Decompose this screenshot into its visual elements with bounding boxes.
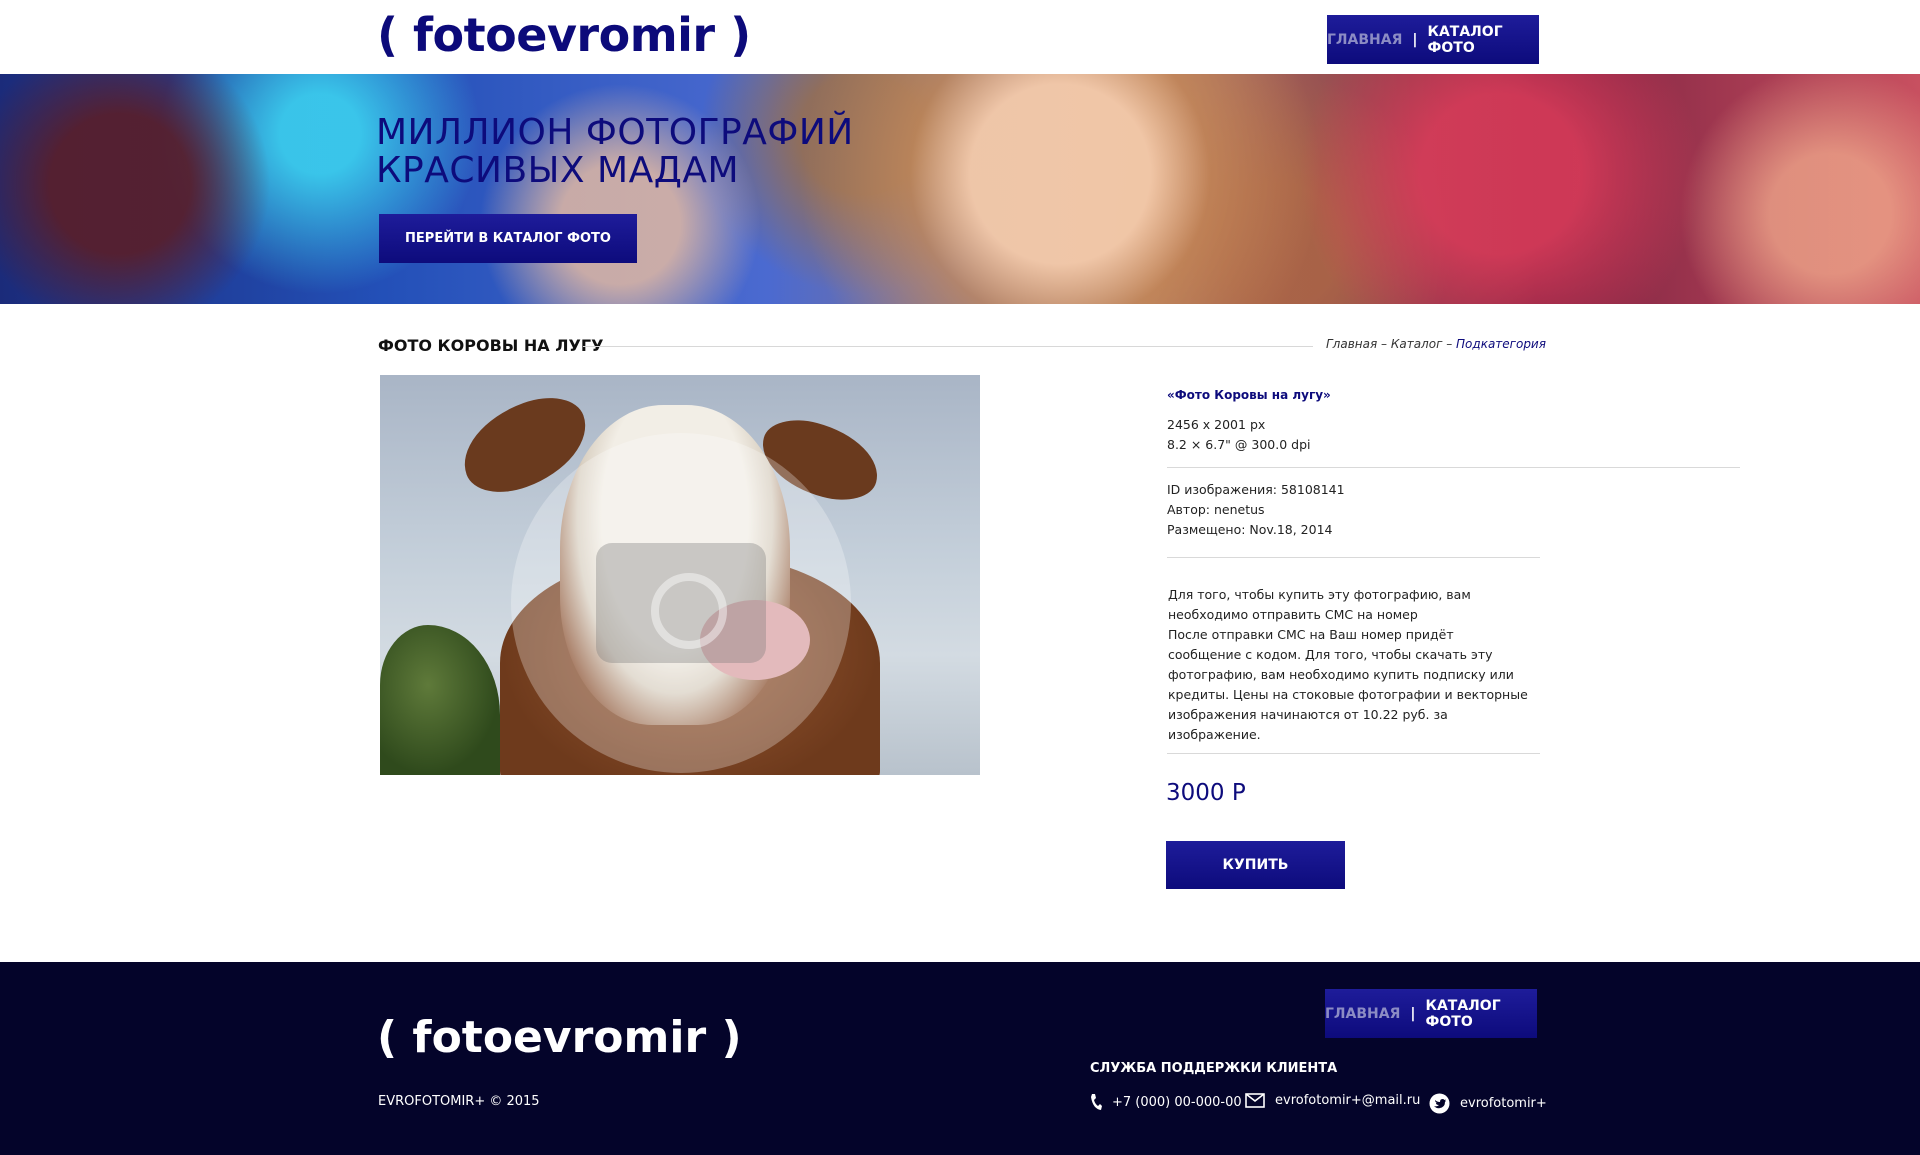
camera-icon bbox=[596, 543, 766, 663]
page-title: ФОТО КОРОВЫ НА ЛУГУ bbox=[378, 336, 604, 355]
site-logo[interactable]: ( fotoevromir ) bbox=[377, 8, 751, 62]
support-title: СЛУЖБА ПОДДЕРЖКИ КЛИЕНТА bbox=[1090, 1061, 1338, 1076]
photo-tree bbox=[380, 625, 500, 775]
breadcrumb-catalog[interactable]: Каталог bbox=[1391, 337, 1443, 351]
buy-button[interactable]: КУПИТЬ bbox=[1166, 841, 1345, 889]
photo-posted-date: Размещено: Nov.18, 2014 bbox=[1167, 522, 1333, 537]
phone-icon bbox=[1091, 1094, 1102, 1110]
photo-id: ID изображения: 58108141 bbox=[1167, 482, 1345, 497]
purchase-description: Для того, чтобы купить эту фотографию, в… bbox=[1168, 587, 1528, 742]
info-divider bbox=[1167, 467, 1740, 468]
hero-title-line1: МИЛЛИОН ФОТОГРАФИЙ bbox=[376, 112, 854, 153]
go-to-catalog-button[interactable]: ПЕРЕЙТИ В КАТАЛОГ ФОТО bbox=[379, 214, 637, 263]
photo-size-print: 8.2 × 6.7" @ 300.0 dpi bbox=[1167, 437, 1311, 452]
top-nav: ГЛАВНАЯ | КАТАЛОГ ФОТО bbox=[1327, 15, 1539, 64]
twitter-handle: evrofotomir+ bbox=[1460, 1096, 1547, 1111]
nav-separator: | bbox=[1412, 31, 1418, 48]
nav-separator: | bbox=[1410, 1005, 1416, 1022]
breadcrumb-separator: – bbox=[1442, 337, 1457, 351]
breadcrumb-current[interactable]: Подкатегория bbox=[1456, 337, 1546, 351]
hero-banner: МИЛЛИОН ФОТОГРАФИЙ КРАСИВЫХ МАДАМ ПЕРЕЙТ… bbox=[0, 74, 1920, 304]
footer-nav-catalog-link[interactable]: КАТАЛОГ ФОТО bbox=[1426, 998, 1537, 1030]
info-divider bbox=[1167, 557, 1540, 558]
phone-number: +7 (000) 00-000-00 bbox=[1112, 1094, 1242, 1110]
hero-title-line2: КРАСИВЫХ МАДАМ bbox=[376, 150, 740, 191]
breadcrumb: Главная – Каталог – Подкатегория bbox=[1326, 337, 1546, 351]
email-contact[interactable]: evrofotomir+@mail.ru bbox=[1245, 1093, 1420, 1108]
footer-logo[interactable]: ( fotoevromir ) bbox=[377, 1012, 742, 1063]
product-photo[interactable] bbox=[380, 375, 980, 775]
breadcrumb-separator: – bbox=[1377, 337, 1391, 351]
footer-nav-home-link[interactable]: ГЛАВНАЯ bbox=[1325, 1006, 1400, 1022]
photo-author: Автор: nenetus bbox=[1167, 502, 1265, 517]
photo-size-px: 2456 x 2001 px bbox=[1167, 417, 1266, 432]
title-divider bbox=[583, 346, 1313, 347]
twitter-icon bbox=[1429, 1093, 1450, 1114]
site-header: ( fotoevromir ) ГЛАВНАЯ | КАТАЛОГ ФОТО bbox=[0, 0, 1920, 74]
info-divider bbox=[1167, 753, 1540, 754]
hero-title: МИЛЛИОН ФОТОГРАФИЙ КРАСИВЫХ МАДАМ bbox=[376, 114, 854, 190]
twitter-contact[interactable]: evrofotomir+ bbox=[1429, 1093, 1547, 1114]
site-footer: ( fotoevromir ) EVROFOTOMIR+ © 2015 ГЛАВ… bbox=[0, 962, 1920, 1155]
photo-title: «Фото Коровы на лугу» bbox=[1167, 388, 1331, 402]
footer-nav: ГЛАВНАЯ | КАТАЛОГ ФОТО bbox=[1325, 989, 1537, 1038]
nav-catalog-link[interactable]: КАТАЛОГ ФОТО bbox=[1428, 24, 1539, 56]
email-address: evrofotomir+@mail.ru bbox=[1275, 1093, 1421, 1108]
watermark-overlay bbox=[511, 433, 851, 773]
copyright: EVROFOTOMIR+ © 2015 bbox=[378, 1094, 540, 1109]
breadcrumb-home[interactable]: Главная bbox=[1326, 337, 1377, 351]
mail-icon bbox=[1245, 1093, 1265, 1108]
phone-contact[interactable]: +7 (000) 00-000-00 bbox=[1090, 1093, 1242, 1111]
nav-home-link[interactable]: ГЛАВНАЯ bbox=[1327, 32, 1402, 48]
price: 3000 Р bbox=[1166, 780, 1246, 806]
